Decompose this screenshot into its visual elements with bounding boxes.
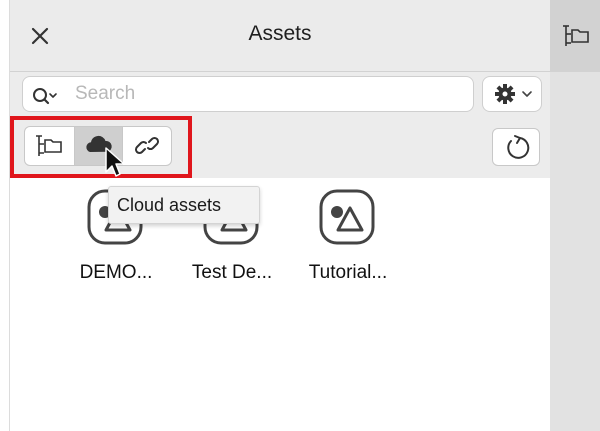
assets-content: DEMO... Test De... Tutorial... [10,178,550,431]
panel-title: Assets [248,22,312,45]
rail-tab-assets[interactable] [550,0,600,72]
hierarchy-icon [36,135,62,156]
asset-label: Tutorial... [308,262,388,283]
linked-assets-button[interactable] [123,127,171,165]
panel-title-bar: Assets [10,0,550,72]
refresh-button[interactable] [492,128,540,166]
left-edge [0,0,10,431]
cloud-assets-tooltip: Cloud assets [108,186,260,224]
mouse-pointer-icon [105,147,125,177]
view-mode-toggle [24,126,172,166]
assets-toolbar [10,72,550,178]
link-icon [134,136,160,155]
assets-window: Assets Search DEMO... Test De... Tutoria… [0,0,600,431]
hierarchy-icon [563,25,589,46]
gear-icon [495,84,532,104]
side-rail [550,0,600,431]
hierarchy-view-button[interactable] [25,127,74,165]
asset-label: DEMO... [79,262,153,283]
search-box [22,76,474,112]
design-asset-icon [319,189,375,245]
search-input[interactable] [75,81,455,107]
settings-dropdown-button[interactable] [482,76,542,112]
asset-item[interactable]: Tutorial... [290,188,400,288]
search-icon[interactable] [31,85,59,107]
refresh-icon [507,135,530,159]
assets-panel: Assets Search DEMO... Test De... Tutoria… [10,0,550,431]
asset-label: Test De... [191,262,273,283]
